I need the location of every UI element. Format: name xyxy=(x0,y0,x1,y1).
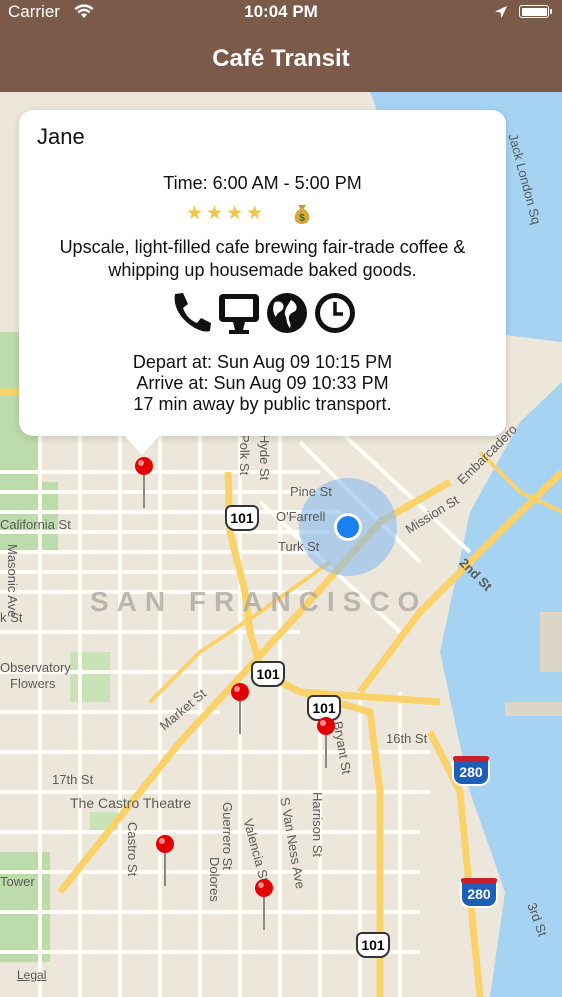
location-arrow-icon xyxy=(494,4,508,24)
status-bar: Carrier 10:04 PM xyxy=(0,0,562,25)
map-label: Observatory xyxy=(0,660,71,675)
navigation-bar: Café Transit xyxy=(0,25,562,92)
map-label: Flowers xyxy=(10,676,56,691)
city-label: SAN FRANCISCO xyxy=(90,586,428,617)
street-label: Polk St xyxy=(237,434,252,476)
map-label: k St xyxy=(0,610,23,625)
user-location-dot xyxy=(337,516,359,538)
interstate-shield: 280 xyxy=(460,878,498,908)
globe-icon xyxy=(265,290,309,341)
street-label: 17th St xyxy=(52,772,94,787)
depart-time: Depart at: Sun Aug 09 10:15 PM xyxy=(132,352,393,372)
street-label: Masonic Ave xyxy=(5,544,20,618)
trip-info: Depart at: Sun Aug 09 10:15 PM Arrive at… xyxy=(19,352,506,415)
street-label: Dolores xyxy=(207,857,222,902)
legal-link[interactable]: Legal xyxy=(17,968,46,982)
svg-text:$: $ xyxy=(299,213,305,224)
landmark-label: The Castro Theatre xyxy=(70,795,192,811)
street-label: Harrison St xyxy=(310,792,325,858)
cafe-callout[interactable]: Jane Time: 6:00 AM - 5:00 PM ★★★★ $ Upsc… xyxy=(19,110,506,436)
star-rating: ★★★★ xyxy=(186,203,267,224)
street-label: Guerrero St xyxy=(220,802,235,870)
highway-shield: 101 xyxy=(356,932,390,958)
page-title: Café Transit xyxy=(212,45,350,72)
cafe-description: Upscale, light-filled cafe brewing fair-… xyxy=(59,237,466,280)
clock-icon xyxy=(313,290,357,341)
street-label: Castro St xyxy=(125,822,140,877)
status-time: 10:04 PM xyxy=(244,2,318,21)
amenity-icons xyxy=(169,290,359,340)
money-bag-icon: $ xyxy=(291,202,313,232)
cafe-hours: Time: 6:00 AM - 5:00 PM xyxy=(163,173,362,193)
map-label: Tower xyxy=(0,874,35,889)
phone-icon xyxy=(169,290,213,341)
callout-pointer xyxy=(122,433,162,455)
highway-shield: 101 xyxy=(251,661,285,687)
interstate-shield: 280 xyxy=(452,756,490,786)
street-label: Hyde St xyxy=(257,434,272,481)
cafe-name: Jane xyxy=(37,124,85,149)
eta-text: 17 min away by public transport. xyxy=(133,394,392,414)
computer-icon xyxy=(217,290,261,341)
street-label: 16th St xyxy=(386,731,428,746)
street-label: Turk St xyxy=(278,539,320,554)
battery-icon xyxy=(519,5,552,18)
street-label: O'Farrell xyxy=(276,509,326,524)
street-label: California St xyxy=(0,517,71,532)
street-label: Pine St xyxy=(290,484,332,499)
arrive-time: Arrive at: Sun Aug 09 10:33 PM xyxy=(136,373,389,393)
highway-shield: 101 xyxy=(225,505,259,531)
